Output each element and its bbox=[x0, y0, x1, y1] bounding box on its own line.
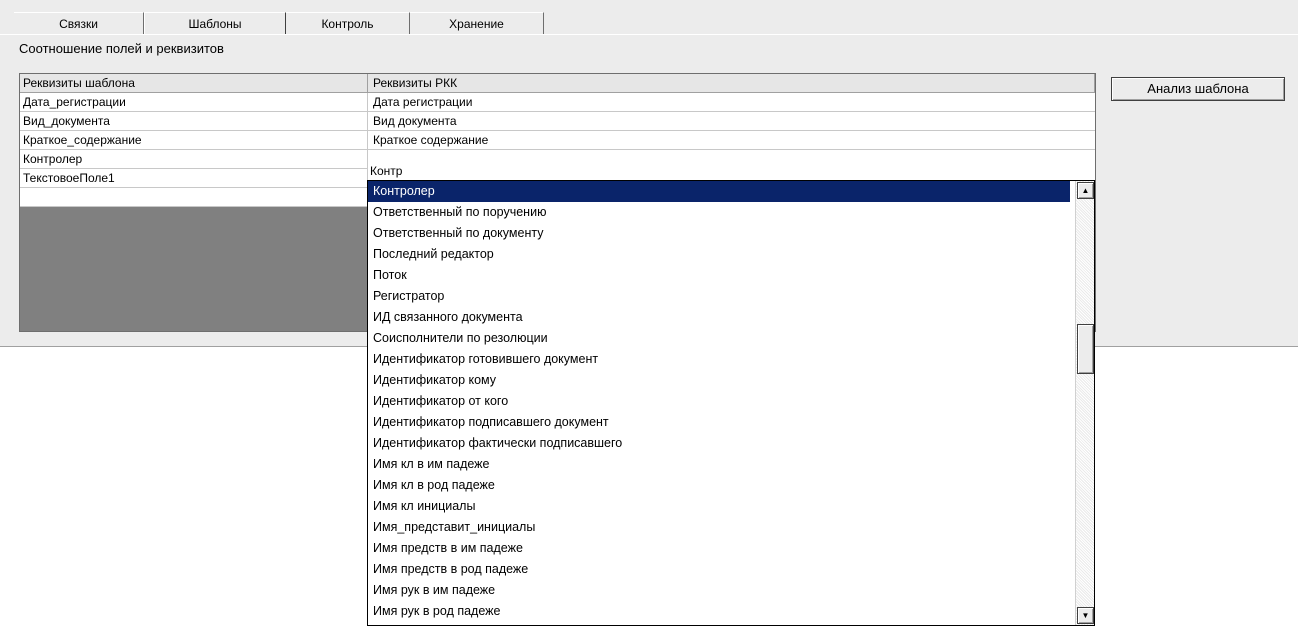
template-field-cell[interactable]: Краткое_содержание bbox=[20, 131, 368, 149]
table-row[interactable]: Краткое_содержание Краткое содержание bbox=[20, 131, 1095, 150]
dropdown-option[interactable]: Идентификатор фактически подписавшего bbox=[368, 433, 1070, 454]
template-field-cell[interactable]: ТекстовоеПоле1 bbox=[20, 169, 368, 187]
tab-control[interactable]: Контроль bbox=[286, 12, 410, 34]
analyze-template-button[interactable]: Анализ шаблона bbox=[1111, 77, 1285, 101]
dropdown-option[interactable]: Контролер bbox=[368, 181, 1070, 202]
dropdown-option[interactable]: Имя кл инициалы bbox=[368, 496, 1070, 517]
dropdown-option[interactable]: Имя рук в род падеже bbox=[368, 601, 1070, 622]
dropdown-option[interactable]: Имя кл в род падеже bbox=[368, 475, 1070, 496]
dropdown-option[interactable]: Имя рук в им падеже bbox=[368, 580, 1070, 601]
dropdown-option[interactable]: Идентификатор кому bbox=[368, 370, 1070, 391]
dropdown-option[interactable]: Ответственный по поручению bbox=[368, 202, 1070, 223]
column-header-rkk-fields[interactable]: Реквизиты РКК bbox=[368, 74, 1095, 92]
table-row[interactable]: Дата_регистрации Дата регистрации bbox=[20, 93, 1095, 112]
rkk-field-cell[interactable]: Вид документа bbox=[368, 112, 1095, 130]
dropdown-option[interactable]: Имя кл в им падеже bbox=[368, 454, 1070, 475]
template-field-cell[interactable]: Дата_регистрации bbox=[20, 93, 368, 111]
arrow-down-icon[interactable]: ▼ bbox=[1077, 607, 1094, 624]
tab-storage[interactable]: Хранение bbox=[410, 12, 544, 34]
rkk-field-cell[interactable]: Краткое содержание bbox=[368, 131, 1095, 149]
dropdown-option[interactable]: Идентификатор готовившего документ bbox=[368, 349, 1070, 370]
dropdown-option[interactable]: Последний редактор bbox=[368, 244, 1070, 265]
dropdown-option[interactable]: Соисполнители по резолюции bbox=[368, 328, 1070, 349]
dropdown-option[interactable]: Имя предств в род падеже bbox=[368, 559, 1070, 580]
dropdown-option[interactable]: Поток bbox=[368, 265, 1070, 286]
dropdown-option[interactable]: ИД связанного документа bbox=[368, 307, 1070, 328]
dropdown-option[interactable]: Идентификатор подписавшего документ bbox=[368, 412, 1070, 433]
dropdown-option[interactable]: Ответственный по документу bbox=[368, 223, 1070, 244]
grid-header-row: Реквизиты шаблона Реквизиты РКК bbox=[20, 74, 1095, 93]
new-row-cell[interactable] bbox=[20, 188, 368, 206]
group-title: Соотношение полей и реквизитов bbox=[19, 41, 224, 56]
dropdown-option[interactable]: Имя_представит_инициалы bbox=[368, 517, 1070, 538]
scroll-thumb[interactable] bbox=[1077, 324, 1094, 374]
arrow-up-icon[interactable]: ▲ bbox=[1077, 182, 1094, 199]
template-field-cell[interactable]: Контролер bbox=[20, 150, 368, 168]
template-field-cell[interactable]: Вид_документа bbox=[20, 112, 368, 130]
tab-templates[interactable]: Шаблоны bbox=[144, 12, 286, 34]
table-row[interactable]: Вид_документа Вид документа bbox=[20, 112, 1095, 131]
rkk-combo-input[interactable]: Контр bbox=[368, 162, 1095, 180]
rkk-field-cell[interactable]: Дата регистрации bbox=[368, 93, 1095, 111]
tab-links[interactable]: Связки bbox=[14, 12, 144, 34]
rkk-dropdown-list[interactable]: Контролер Ответственный по поручению Ответ… bbox=[367, 180, 1095, 626]
dropdown-option[interactable]: Идентификатор от кого bbox=[368, 391, 1070, 412]
dropdown-option[interactable]: Имя предств в им падеже bbox=[368, 538, 1070, 559]
column-header-template-fields[interactable]: Реквизиты шаблона bbox=[20, 74, 368, 92]
dropdown-scrollbar[interactable]: ▲ ▼ bbox=[1075, 181, 1094, 625]
tabs-divider bbox=[0, 34, 1298, 35]
dropdown-option[interactable]: Регистратор bbox=[368, 286, 1070, 307]
